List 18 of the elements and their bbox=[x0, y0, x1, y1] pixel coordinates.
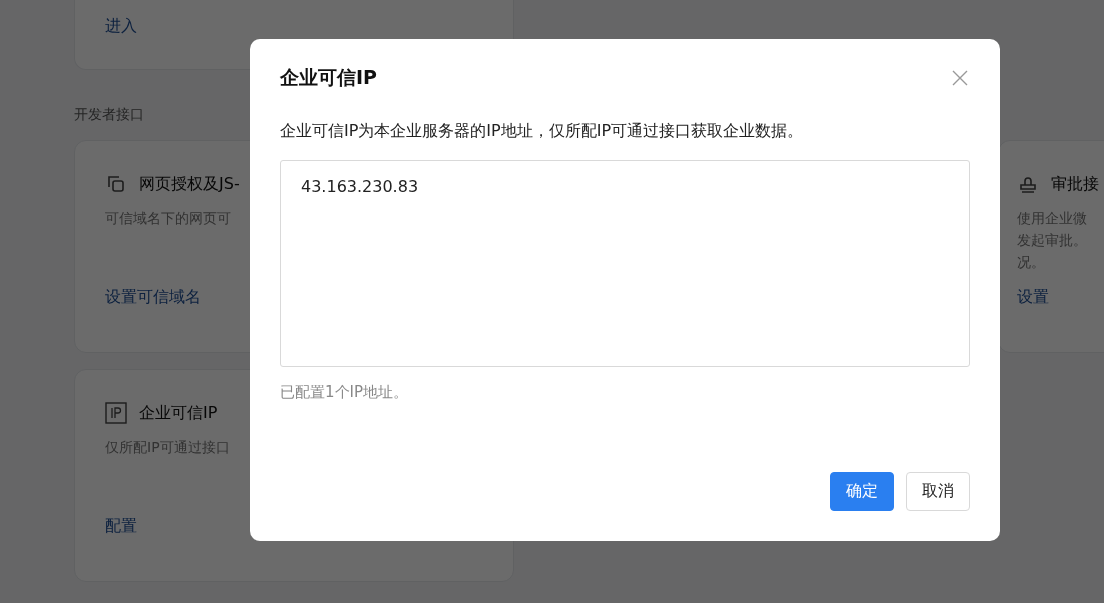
card-link[interactable]: 配置 bbox=[105, 516, 137, 535]
count-note: 已配置1个IP地址。 bbox=[280, 383, 409, 402]
card-description: 况。 bbox=[1017, 253, 1046, 272]
cancel-button[interactable]: 取消 bbox=[906, 472, 970, 511]
dialog-description: 企业可信IP为本企业服务器的IP地址，仅所配IP可通过接口获取企业数据。 bbox=[280, 121, 805, 142]
card-link[interactable]: 进入 bbox=[105, 16, 137, 35]
ip-icon bbox=[105, 402, 127, 424]
close-icon bbox=[950, 68, 970, 88]
confirm-button[interactable]: 确定 bbox=[830, 472, 894, 511]
card-title: 网页授权及JS- bbox=[139, 173, 240, 195]
card-title: 审批接 bbox=[1051, 173, 1099, 195]
close-button[interactable] bbox=[950, 68, 970, 88]
card-link[interactable]: 设置 bbox=[1017, 287, 1049, 306]
card-title: 企业可信IP bbox=[139, 402, 218, 424]
copy-icon bbox=[105, 173, 127, 195]
dialog-title: 企业可信IP bbox=[280, 65, 377, 90]
card-link[interactable]: 设置可信域名 bbox=[105, 287, 201, 306]
ip-input-field[interactable]: 43.163.230.83 bbox=[280, 160, 970, 367]
